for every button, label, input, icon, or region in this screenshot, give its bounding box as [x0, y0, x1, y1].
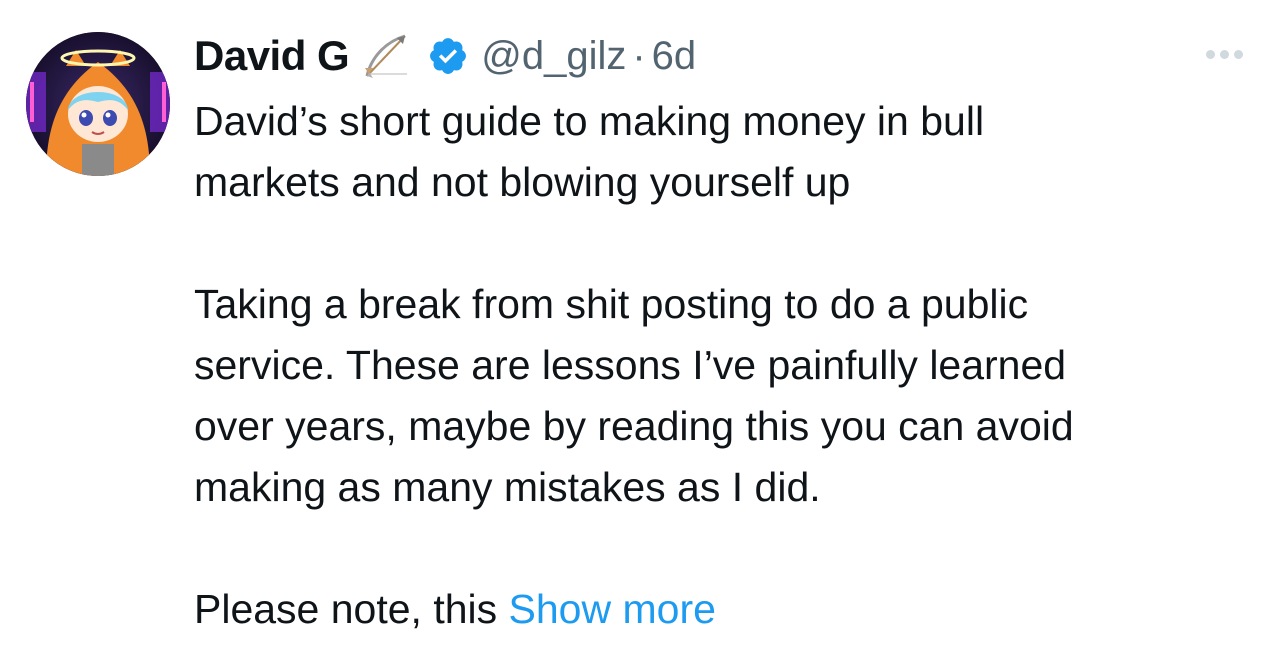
tweet-line: Taking a break from shit posting to do a…	[194, 281, 1029, 327]
tweet-content: David G @d_gilz · 6d David’s short guide…	[194, 24, 1254, 640]
avatar-image	[26, 32, 170, 176]
tweet-line: David’s short guide to making money in b…	[194, 98, 985, 144]
more-options-icon[interactable]	[1206, 42, 1254, 66]
more-dot	[1234, 49, 1243, 59]
more-dot	[1206, 49, 1215, 59]
tweet-line: making as many mistakes as I did.	[194, 464, 821, 510]
tweet-line: Please note, this	[194, 586, 509, 632]
separator-dot: ·	[632, 33, 646, 78]
author-display-name[interactable]: David G	[194, 32, 350, 80]
author-handle[interactable]: @d_gilz	[481, 34, 626, 79]
author-avatar[interactable]	[26, 32, 170, 176]
tweet-paragraph: Taking a break from shit posting to do a…	[194, 274, 1254, 518]
verified-badge-icon[interactable]	[427, 35, 469, 77]
bow-and-arrow-icon	[359, 28, 415, 84]
tweet-line: over years, maybe by reading this you ca…	[194, 403, 1074, 449]
show-more-link[interactable]: Show more	[509, 586, 716, 632]
tweet[interactable]: David G @d_gilz · 6d David’s short guide…	[0, 0, 1284, 652]
tweet-text: David’s short guide to making money in b…	[194, 91, 1254, 640]
tweet-paragraph: Please note, this Show more	[194, 579, 1254, 640]
tweet-timestamp[interactable]: 6d	[652, 34, 697, 79]
more-dot	[1220, 49, 1229, 59]
tweet-header: David G @d_gilz · 6d	[194, 24, 1254, 88]
tweet-line: service. These are lessons I’ve painfull…	[194, 342, 1067, 388]
tweet-paragraph: David’s short guide to making money in b…	[194, 91, 1254, 213]
tweet-line: markets and not blowing yourself up	[194, 159, 851, 205]
